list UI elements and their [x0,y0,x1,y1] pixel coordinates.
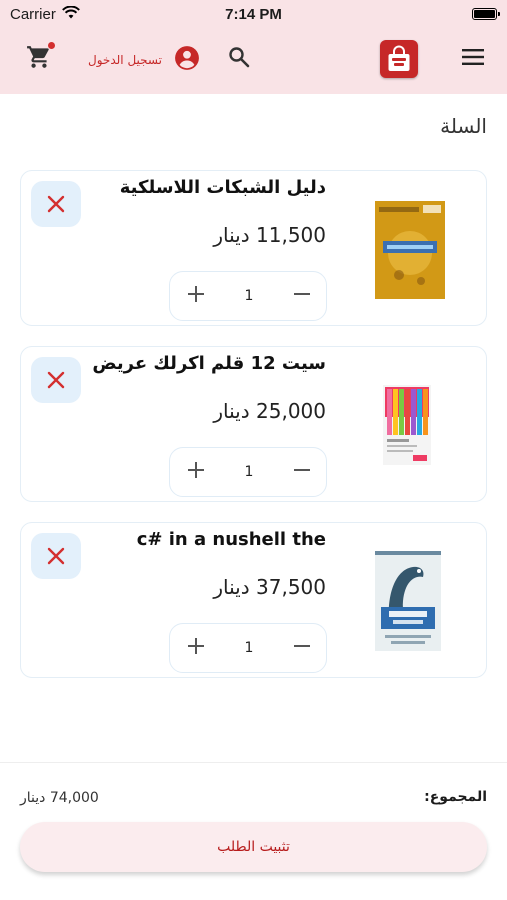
status-left: Carrier [10,5,80,23]
account-icon [174,45,200,75]
remove-item-button[interactable] [31,533,81,579]
item-title: سيت 12 قلم اكرلك عريض [92,353,326,374]
cart-item: سيت 12 قلم اكرلك عريض 25,000 دينار 1 [20,346,487,502]
login-button[interactable]: تسجيل الدخول [88,46,200,74]
remove-item-button[interactable] [31,357,81,403]
item-title: c# in a nushell the [136,529,326,550]
product-image[interactable] [375,201,445,303]
close-icon [47,371,65,389]
checkout-button[interactable]: تثبيت الطلب [20,822,487,872]
remove-item-button[interactable] [31,181,81,227]
quantity-stepper: 1 [169,447,327,497]
carrier-label: Carrier [10,5,56,23]
plus-icon [188,286,204,302]
minus-icon [293,645,310,647]
decrease-button[interactable] [292,284,312,308]
decrease-button[interactable] [292,636,312,660]
close-icon [47,547,65,565]
plus-icon [188,462,204,478]
item-title: دليل الشبكات اللاسلكية [119,177,326,198]
cart-badge-dot [48,42,55,49]
cart-item: c# in a nushell the 37,500 دينار 1 [20,522,487,678]
battery-icon [472,8,500,20]
close-icon [47,195,65,213]
menu-button[interactable] [458,44,488,74]
item-price: 37,500 دينار [213,575,326,599]
shopping-bag-icon [388,45,410,71]
item-price: 11,500 دينار [213,223,326,247]
plus-icon [188,638,204,654]
status-bar: Carrier 7:14 PM [0,0,507,28]
search-button[interactable] [224,44,254,74]
cart-item: دليل الشبكات اللاسلكية 11,500 دينار 1 [20,170,487,326]
total-value: 74,000 دينار [20,790,99,806]
cart-icon [26,44,52,74]
total-label: المجموع: [424,789,487,805]
wifi-icon [61,5,80,23]
product-image[interactable] [383,385,431,469]
cart-button[interactable] [24,42,55,74]
item-price: 25,000 دينار [213,399,326,423]
quantity-value: 1 [244,640,254,656]
minus-icon [293,469,310,471]
quantity-value: 1 [244,464,254,480]
search-icon [227,45,251,73]
increase-button[interactable] [186,284,206,308]
decrease-button[interactable] [292,460,312,484]
quantity-stepper: 1 [169,271,327,321]
menu-icon [461,47,485,71]
quantity-stepper: 1 [169,623,327,673]
increase-button[interactable] [186,636,206,660]
minus-icon [293,293,310,295]
footer-divider [0,762,507,763]
login-label: تسجيل الدخول [88,53,162,67]
app-bar: تسجيل الدخول [0,28,507,94]
quantity-value: 1 [244,288,254,304]
increase-button[interactable] [186,460,206,484]
store-logo[interactable] [380,40,418,78]
page-title: السلة [440,114,487,138]
product-image[interactable] [375,551,441,655]
